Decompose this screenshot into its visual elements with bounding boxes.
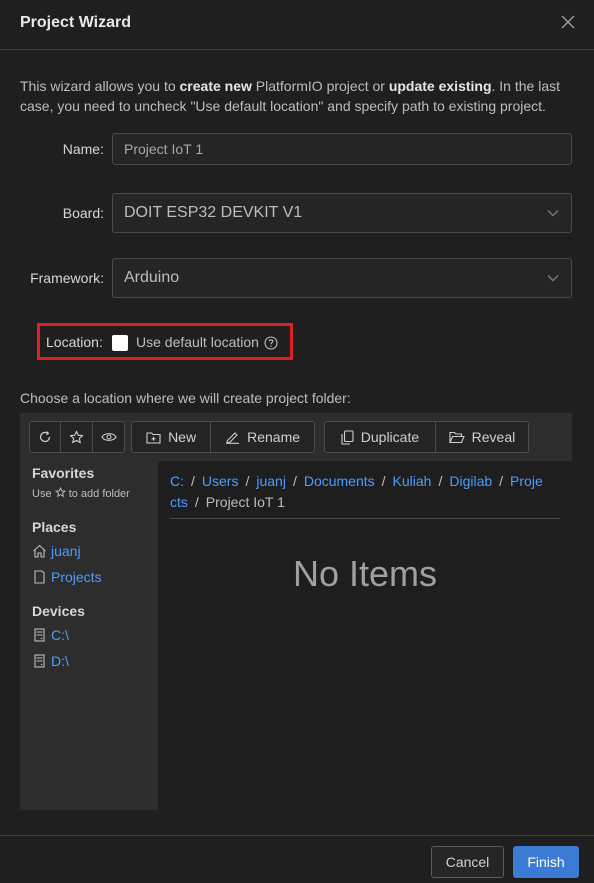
breadcrumb-item[interactable]: juanj xyxy=(256,473,286,489)
edit-button-group: New Rename xyxy=(131,421,315,453)
refresh-icon xyxy=(39,431,51,443)
breadcrumb-item[interactable]: Digilab xyxy=(449,473,492,489)
copy-icon xyxy=(341,429,354,445)
reveal-label: Reveal xyxy=(471,429,516,445)
framework-select-value: Arduino xyxy=(124,269,180,286)
chevron-down-icon xyxy=(547,210,559,217)
breadcrumb: C: / Users / juanj / Documents / Kuliah / Digilab /… xyxy=(170,471,560,513)
cancel-button[interactable]: Cancel xyxy=(431,846,504,878)
breadcrumb-item[interactable]: Kuliah xyxy=(393,473,432,489)
duplicate-label: Duplicate xyxy=(360,429,420,445)
document-icon xyxy=(34,570,45,584)
new-folder-label: New xyxy=(168,429,197,445)
breadcrumb-separator: / xyxy=(245,473,250,489)
close-icon[interactable] xyxy=(560,14,576,30)
chevron-down-icon xyxy=(547,275,559,282)
view-button-group xyxy=(29,421,125,453)
sidebar-item-juanj[interactable]: juanj xyxy=(32,543,81,559)
rename-label: Rename xyxy=(247,429,301,445)
reveal-button[interactable]: Reveal xyxy=(436,422,528,452)
favorites-hint-pre: Use xyxy=(32,488,52,500)
favorites-hint: Use to add folder xyxy=(32,486,130,500)
intro-text: This wizard allows you to create new Pla… xyxy=(20,76,576,116)
breadcrumb-item[interactable]: Proje xyxy=(510,473,543,489)
location-label-text: Location xyxy=(46,334,99,350)
breadcrumb-item[interactable]: cts xyxy=(170,494,188,510)
breadcrumb-item[interactable]: C: xyxy=(170,473,184,489)
favorites-hint-post: to add folder xyxy=(68,488,130,500)
breadcrumb-item[interactable]: Users xyxy=(202,473,239,489)
sidebar-item-label: D:\ xyxy=(51,653,69,669)
drive-icon xyxy=(34,654,45,668)
name-field[interactable] xyxy=(112,133,572,165)
sidebar-item-label: Projects xyxy=(51,569,102,585)
duplicate-button[interactable]: Duplicate xyxy=(325,422,436,452)
star-icon xyxy=(69,430,84,443)
drive-icon xyxy=(34,628,45,642)
use-default-location-label[interactable]: Use default location xyxy=(136,334,259,350)
intro-text-part: This wizard allows you to xyxy=(20,78,180,94)
framework-label-text: Framework xyxy=(30,270,101,286)
file-ops-button-group: Duplicate Reveal xyxy=(324,421,529,453)
help-circle-icon[interactable] xyxy=(264,336,278,350)
folder-open-icon xyxy=(448,431,465,443)
use-default-location-checkbox[interactable] xyxy=(112,335,128,351)
breadcrumb-separator: / xyxy=(194,494,199,510)
intro-bold-update: update existing xyxy=(388,78,492,94)
choose-location-prompt: Choose a location where we will create p… xyxy=(20,390,351,406)
rename-button[interactable]: Rename xyxy=(211,422,314,452)
file-browser: New Rename Duplicate Reveal Favorites Us… xyxy=(20,413,572,810)
favorites-heading: Favorites xyxy=(32,465,95,481)
favorite-button[interactable] xyxy=(61,422,93,452)
file-browser-toolbar: New Rename Duplicate Reveal xyxy=(20,413,572,461)
dialog-footer xyxy=(0,835,594,883)
location-label: Location: xyxy=(46,334,103,350)
intro-text-part: PlatformIO project or xyxy=(251,78,389,94)
board-select-value: DOIT ESP32 DEVKIT V1 xyxy=(124,204,303,221)
new-folder-button[interactable]: New xyxy=(132,422,212,452)
sidebar-item-drive-c[interactable]: C:\ xyxy=(32,627,69,643)
sidebar-item-drive-d[interactable]: D:\ xyxy=(32,653,69,669)
places-heading: Places xyxy=(32,519,77,535)
breadcrumb-separator: / xyxy=(499,473,504,489)
home-icon xyxy=(33,544,46,558)
breadcrumb-item[interactable]: Documents xyxy=(304,473,375,489)
breadcrumb-separator: / xyxy=(438,473,443,489)
board-label: Board: xyxy=(62,205,104,221)
devices-heading: Devices xyxy=(32,603,85,619)
breadcrumb-divider xyxy=(170,518,560,519)
breadcrumb-separator: / xyxy=(381,473,386,489)
framework-label: Framework: xyxy=(30,270,104,286)
file-browser-main: C: / Users / juanj / Documents / Kuliah / Digilab /… xyxy=(158,461,572,810)
framework-select[interactable]: Arduino xyxy=(112,258,572,298)
intro-bold-create: create new xyxy=(179,78,252,94)
eye-icon xyxy=(100,433,117,441)
breadcrumb-line: cts / Project IoT 1 xyxy=(170,492,560,513)
board-select[interactable]: DOIT ESP32 DEVKIT V1 xyxy=(112,193,572,233)
file-browser-sidebar: Favorites Use to add folder Places juanj… xyxy=(20,461,158,810)
star-icon xyxy=(54,486,66,498)
folder-plus-icon xyxy=(146,431,161,444)
breadcrumb-line: C: / Users / juanj / Documents / Kuliah / Digilab /… xyxy=(170,471,560,492)
refresh-button[interactable] xyxy=(30,422,61,452)
name-label: Name: xyxy=(62,141,104,157)
sidebar-item-projects[interactable]: Projects xyxy=(32,569,102,585)
breadcrumb-separator: / xyxy=(191,473,195,489)
name-label-text: Name xyxy=(62,141,101,157)
empty-state-text: No Items xyxy=(292,553,438,594)
breadcrumb-separator: / xyxy=(292,473,297,489)
pencil-icon xyxy=(226,432,240,444)
dialog-title: Project Wizard xyxy=(20,14,131,31)
sidebar-item-label: C:\ xyxy=(51,627,69,643)
sidebar-item-label: juanj xyxy=(51,543,81,559)
finish-button[interactable]: Finish xyxy=(513,846,579,878)
board-label-text: Board xyxy=(62,205,101,221)
breadcrumb-current: Project IoT 1 xyxy=(205,494,285,510)
dialog-header: Project Wizard xyxy=(0,0,594,50)
name-input[interactable] xyxy=(113,134,571,164)
toggle-hidden-button[interactable] xyxy=(93,422,124,452)
